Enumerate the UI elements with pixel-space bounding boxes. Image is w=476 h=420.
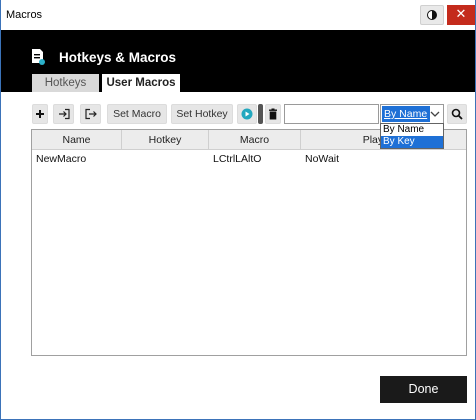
title-bar: Macros ✕ xyxy=(1,0,475,30)
window-title: Macros xyxy=(6,9,43,21)
sort-dropdown-list: By Name By Key xyxy=(380,123,444,149)
export-icon xyxy=(84,108,97,120)
page-title: Hotkeys & Macros xyxy=(59,50,177,65)
close-button[interactable]: ✕ xyxy=(447,5,475,25)
import-macro-button[interactable] xyxy=(53,104,74,124)
sort-select-value: By Name xyxy=(382,106,430,122)
playback-menu-button[interactable] xyxy=(258,104,263,124)
sort-option-by-key[interactable]: By Key xyxy=(381,136,443,148)
chevron-down-icon xyxy=(430,111,440,117)
sort-option-by-name[interactable]: By Name xyxy=(381,124,443,136)
delete-macro-button[interactable] xyxy=(265,104,281,124)
done-button[interactable]: Done xyxy=(380,376,467,403)
close-icon: ✕ xyxy=(455,7,467,22)
tab-hotkeys[interactable]: Hotkeys xyxy=(32,74,99,92)
tab-user-macros[interactable]: User Macros xyxy=(102,74,180,92)
macro-table: Name Hotkey Macro Playback NewMacro LCtr… xyxy=(31,129,467,356)
cell-playback: NoWait xyxy=(305,153,340,165)
cell-name: NewMacro xyxy=(36,153,87,165)
play-icon xyxy=(241,108,253,120)
column-header-name[interactable]: Name xyxy=(32,130,122,150)
set-hotkey-button[interactable]: Set Hotkey xyxy=(171,104,233,124)
plus-icon xyxy=(36,110,44,118)
document-macro-icon xyxy=(32,49,45,65)
sort-select[interactable]: By Name xyxy=(380,104,444,124)
set-macro-button[interactable]: Set Macro xyxy=(107,104,167,124)
play-macro-button[interactable] xyxy=(237,104,257,124)
import-icon xyxy=(58,108,70,120)
cell-hotkey xyxy=(126,152,206,167)
magnifier-icon xyxy=(451,108,463,120)
search-button[interactable] xyxy=(447,104,467,124)
contrast-icon xyxy=(427,10,437,20)
cell-macro: LCtrlLAltO xyxy=(213,153,262,165)
add-macro-button[interactable] xyxy=(32,104,48,124)
theme-toggle-button[interactable] xyxy=(420,5,444,25)
trash-icon xyxy=(269,108,277,120)
export-macro-button[interactable] xyxy=(80,104,101,124)
search-input[interactable] xyxy=(284,104,379,124)
column-header-macro[interactable]: Macro xyxy=(209,130,301,150)
table-row[interactable]: NewMacro LCtrlLAltO NoWait xyxy=(32,152,466,167)
column-header-hotkey[interactable]: Hotkey xyxy=(122,130,209,150)
macros-window: Macros ✕ Hotkeys & Macros Hotkeys User M… xyxy=(0,0,476,420)
